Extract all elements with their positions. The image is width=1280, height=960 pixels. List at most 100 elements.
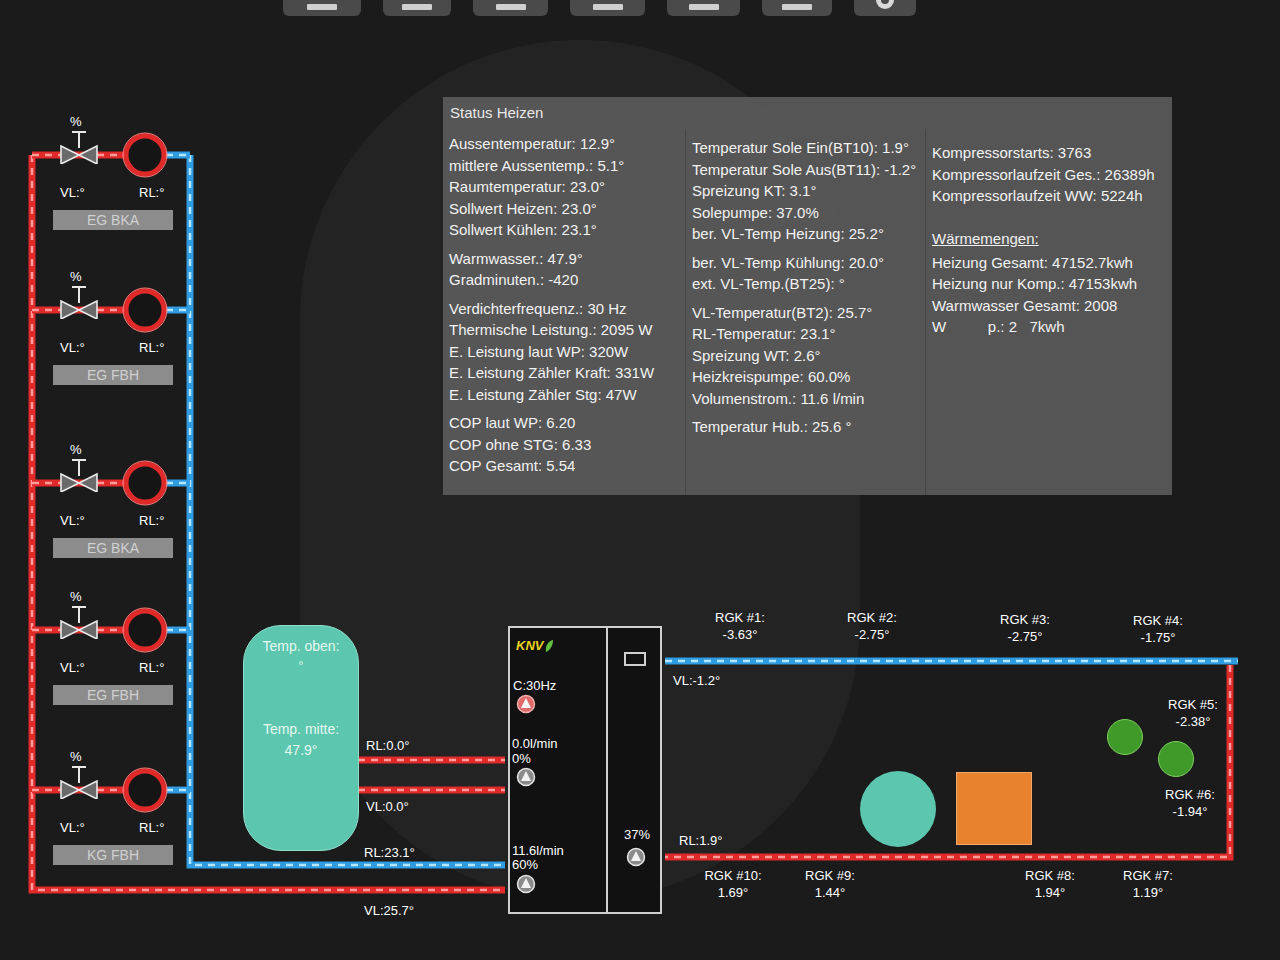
probe-name: RGK #1: xyxy=(715,609,765,626)
toolbar-button[interactable] xyxy=(667,0,740,16)
status-line: Spreizung KT: 3.1° xyxy=(692,180,919,202)
collector-circle xyxy=(860,771,936,847)
circuit-vl: VL:° xyxy=(60,511,85,531)
status-line: Thermische Leistung.: 2095 W xyxy=(449,319,679,341)
probe-name: RGK #2: xyxy=(847,609,897,626)
status-line: Heizung nur Komp.: 47153kwh xyxy=(932,273,1166,295)
probe-value: -2.38° xyxy=(1176,713,1211,730)
circuit-rl: RL:° xyxy=(139,511,164,531)
supply-pipe xyxy=(665,665,1230,857)
status-group: Warmwasser.: 47.9°Gradminuten.: -420 xyxy=(449,248,679,291)
pump-ring-icon[interactable] xyxy=(122,287,168,333)
circuit-rl: RL:° xyxy=(139,338,164,358)
probe-value: 1.69° xyxy=(718,884,749,901)
return-pipe xyxy=(166,483,190,484)
valve-percent: % xyxy=(70,440,82,460)
valve-icon[interactable] xyxy=(58,458,100,492)
status-group: Temperatur Hub.: 25.6 ° xyxy=(692,416,919,438)
menu-icon xyxy=(782,4,812,12)
toolbar-button[interactable] xyxy=(283,0,361,16)
probe-value: -1.75° xyxy=(1141,629,1176,646)
probe-value: -2.75° xyxy=(855,626,890,643)
status-line: Raumtemperatur: 23.0° xyxy=(449,176,679,198)
toolbar-button[interactable] xyxy=(473,0,548,16)
valve-percent: % xyxy=(70,267,82,287)
heat-pump-unit: KNVC:30Hz0.0l/min0%11.6l/min60%37% xyxy=(508,626,662,914)
valve-icon[interactable] xyxy=(58,605,100,639)
status-line: RL-Temperatur: 23.1° xyxy=(692,323,919,345)
pump-ring-icon[interactable] xyxy=(122,767,168,813)
valve-percent: % xyxy=(70,112,82,132)
status-square-icon xyxy=(624,652,646,666)
status-group: Kompressorstarts: 3763Kompressorlaufzeit… xyxy=(932,142,1166,207)
probe-name: RGK #5: xyxy=(1168,696,1218,713)
valve-icon[interactable] xyxy=(58,130,100,164)
tank-top-value: ° xyxy=(299,657,304,675)
status-line: ber. VL-Temp Kühlung: 20.0° xyxy=(692,252,919,274)
tank-vl: VL:0.0° xyxy=(366,797,409,817)
status-group: VL-Temperatur(BT2): 25.7°RL-Temperatur: … xyxy=(692,302,919,410)
circuit-name: EG FBH xyxy=(53,685,173,705)
valve-icon[interactable] xyxy=(58,765,100,799)
return-pipe xyxy=(166,310,190,311)
circuit-rl: RL:° xyxy=(139,818,164,838)
pump-ring-icon[interactable] xyxy=(122,460,168,506)
collector-square xyxy=(956,772,1032,845)
return-pipe xyxy=(665,661,1238,662)
supply-pipe xyxy=(358,760,505,761)
heat-pump-screen: Status HeizenAussentemperatur: 12.9°mitt… xyxy=(0,0,1280,960)
status-column: Aussentemperatur: 12.9°mittlere Aussente… xyxy=(443,129,685,495)
tank-top-label: Temp. oben: xyxy=(262,636,339,657)
status-line: Heizkreispumpe: 60.0% xyxy=(692,366,919,388)
toolbar-button[interactable] xyxy=(854,0,916,16)
status-group: Aussentemperatur: 12.9°mittlere Aussente… xyxy=(449,133,679,241)
ground-probe: RGK #6:-1.94° xyxy=(1165,786,1215,820)
ground-probe: RGK #5:-2.38° xyxy=(1168,696,1218,730)
valve-icon[interactable] xyxy=(58,285,100,319)
pump-ring-icon[interactable] xyxy=(122,607,168,653)
return-pipe xyxy=(166,790,190,791)
circuit-name: EG FBH xyxy=(53,365,173,385)
pump-ring-icon[interactable] xyxy=(122,132,168,178)
menu-icon xyxy=(689,4,719,12)
status-line: Warmwasser.: 47.9° xyxy=(449,248,679,270)
probe-name: RGK #7: xyxy=(1123,867,1173,884)
gear-icon xyxy=(873,0,897,12)
probe-dot xyxy=(1107,719,1143,755)
status-line: Sollwert Heizen: 23.0° xyxy=(449,198,679,220)
toolbar-button[interactable] xyxy=(762,0,832,16)
status-line: W p.: 2 7kwh xyxy=(932,316,1166,338)
status-group: COP laut WP: 6.20COP ohne STG: 6.33COP G… xyxy=(449,412,679,477)
toolbar-button[interactable] xyxy=(383,0,451,16)
status-heading: Wärmemengen: xyxy=(932,228,1166,250)
status-line: mittlere Aussentemp.: 5.1° xyxy=(449,155,679,177)
circuit-vl: VL:° xyxy=(60,183,85,203)
valve-percent: % xyxy=(70,587,82,607)
menu-icon xyxy=(307,4,337,12)
status-line: VL-Temperatur(BT2): 25.7° xyxy=(692,302,919,324)
status-line: E. Leistung Zähler Kraft: 331W xyxy=(449,362,679,384)
circuit-name: KG FBH xyxy=(53,845,173,865)
status-line: COP laut WP: 6.20 xyxy=(449,412,679,434)
status-line: Verdichterfrequenz.: 30 Hz xyxy=(449,298,679,320)
probe-name: RGK #4: xyxy=(1133,612,1183,629)
heating-pump-percent: 60% xyxy=(512,855,538,875)
probe-value: 1.44° xyxy=(815,884,846,901)
ground-probe: RGK #9:1.44° xyxy=(805,867,855,901)
ground-probe: RGK #8:1.94° xyxy=(1025,867,1075,901)
brand-logo: KNV xyxy=(516,636,554,656)
status-line: Spreizung WT: 2.6° xyxy=(692,345,919,367)
status-group: ber. VL-Temp Kühlung: 20.0°ext. VL-Temp.… xyxy=(692,252,919,295)
ground-probe: RGK #2:-2.75° xyxy=(847,609,897,643)
tank-mid-value: 47.9° xyxy=(285,740,318,761)
probe-value: 1.94° xyxy=(1035,884,1066,901)
circuit-name: EG BKA xyxy=(53,538,173,558)
pump-icon xyxy=(516,874,536,894)
status-line: ber. VL-Temp Heizung: 25.2° xyxy=(692,223,919,245)
probe-name: RGK #6: xyxy=(1165,786,1215,803)
heating-vl: VL:25.7° xyxy=(364,901,414,921)
status-line: E. Leistung Zähler Stg: 47W xyxy=(449,384,679,406)
toolbar-button[interactable] xyxy=(570,0,645,16)
ground-probe: RGK #4:-1.75° xyxy=(1133,612,1183,646)
supply-pipe xyxy=(358,790,505,791)
